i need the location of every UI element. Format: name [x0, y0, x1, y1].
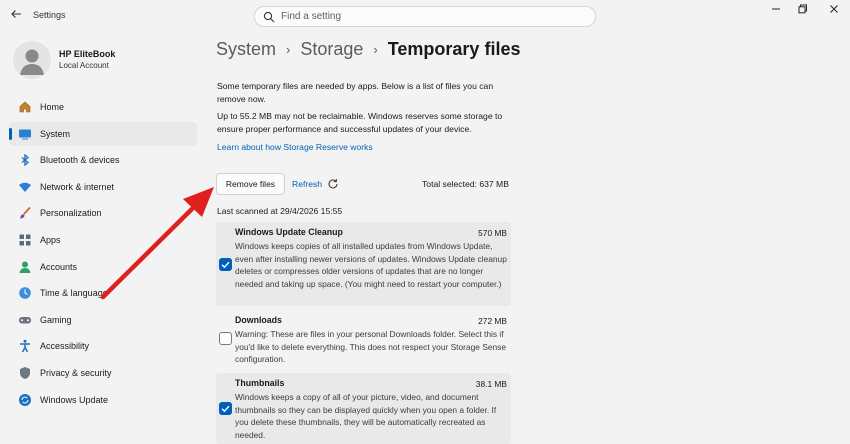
annotation-arrow-icon — [100, 187, 214, 300]
